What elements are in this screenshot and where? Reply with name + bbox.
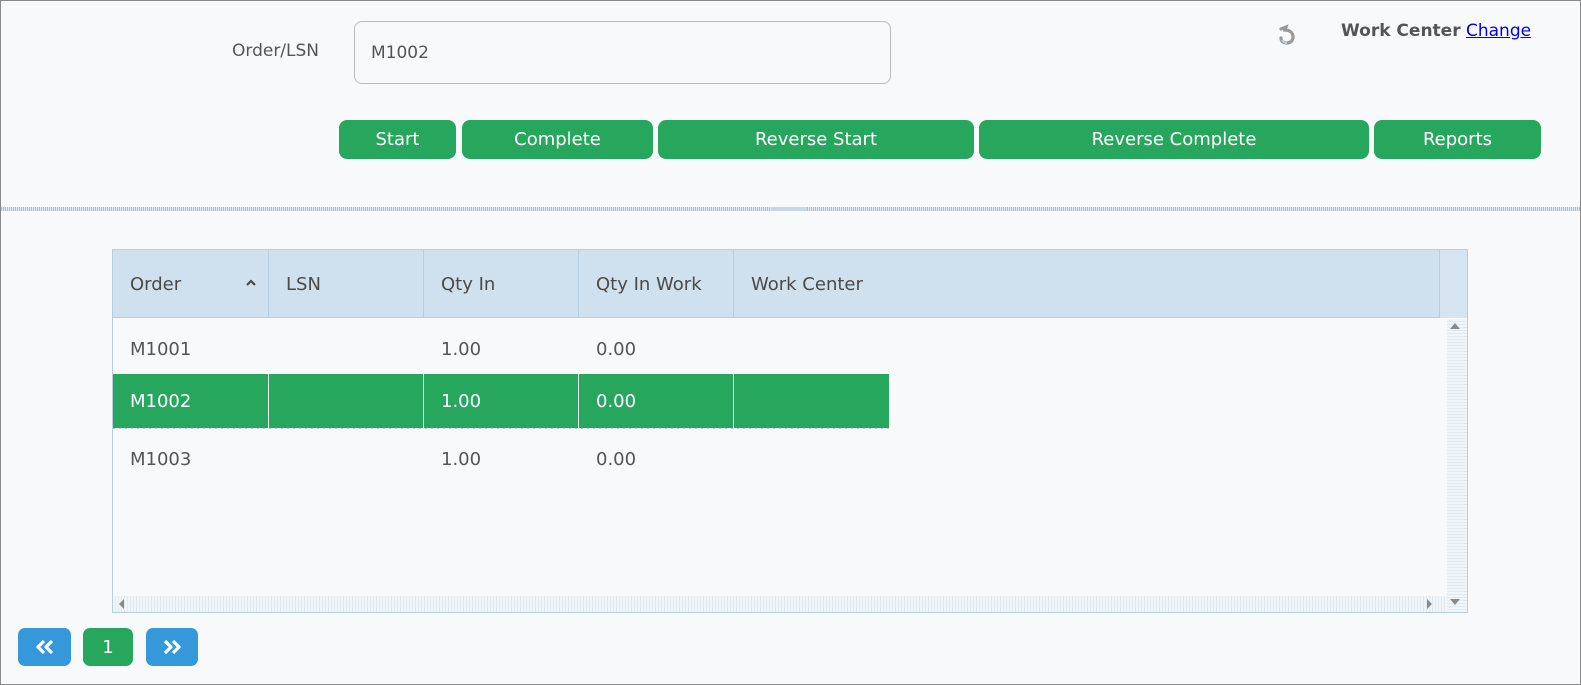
- cell-qty-in-work: 0.00: [579, 374, 734, 428]
- cell-lsn: [269, 432, 424, 486]
- cell-qty-in-work: 0.00: [596, 338, 637, 360]
- reports-button[interactable]: Reports: [1374, 120, 1541, 159]
- work-center-display: Work Center Change: [1341, 21, 1531, 41]
- cell-qty-in: 1.00: [441, 338, 482, 360]
- grid-header: Order LSN Qty In Qty In Work Work Center: [113, 250, 1467, 318]
- splitter-grip[interactable]: [771, 207, 807, 211]
- refresh-icon[interactable]: [1277, 24, 1297, 46]
- next-page-button[interactable]: [146, 628, 198, 666]
- horizontal-scrollbar[interactable]: [113, 596, 1447, 612]
- order-entry-panel: Order/LSN Work Center Change Start Compl…: [1, 1, 1580, 208]
- cell-work-center: [734, 322, 889, 376]
- cell-lsn: [269, 322, 424, 376]
- cell-qty-in: 1.00: [424, 374, 579, 428]
- column-header-label: Order: [130, 273, 182, 295]
- orders-grid: Order LSN Qty In Qty In Work Work Center…: [112, 249, 1468, 613]
- change-work-center-link[interactable]: Change: [1466, 21, 1531, 41]
- table-row[interactable]: M1001 1.00 0.00: [113, 322, 889, 376]
- column-header-work-center[interactable]: Work Center: [734, 250, 1439, 318]
- reverse-complete-button[interactable]: Reverse Complete: [979, 120, 1369, 159]
- table-row-selected[interactable]: M1002 1.00 0.00: [113, 374, 889, 428]
- cell-order: M1002: [113, 374, 269, 428]
- order-lsn-label: Order/LSN: [232, 41, 320, 61]
- table-row[interactable]: M1003 1.00 0.00: [113, 432, 889, 486]
- double-chevron-right-icon: [163, 639, 181, 655]
- column-header-label: LSN: [286, 273, 321, 295]
- row-divider: [113, 428, 889, 429]
- double-chevron-left-icon: [35, 639, 53, 655]
- reverse-start-button[interactable]: Reverse Start: [658, 120, 974, 159]
- cell-order: M1003: [130, 448, 192, 470]
- order-lsn-input[interactable]: [354, 21, 891, 84]
- cell-work-center: [734, 374, 889, 428]
- column-header-label: Work Center: [751, 273, 863, 295]
- cell-lsn: [269, 374, 424, 428]
- previous-page-button[interactable]: [18, 628, 71, 666]
- column-header-label: Qty In Work: [596, 273, 702, 295]
- sort-ascending-icon: [246, 279, 256, 286]
- column-header-order[interactable]: Order: [113, 250, 269, 318]
- cell-order: M1001: [130, 338, 192, 360]
- cell-work-center: [734, 432, 889, 486]
- cell-qty-in-work: 0.00: [596, 448, 637, 470]
- scroll-up-arrow-icon[interactable]: [1450, 323, 1460, 329]
- header-scroll-spacer: [1439, 250, 1467, 318]
- column-header-qty-in[interactable]: Qty In: [424, 250, 579, 318]
- scroll-left-arrow-icon[interactable]: [119, 599, 124, 609]
- column-header-lsn[interactable]: LSN: [269, 250, 424, 318]
- column-header-qty-in-work[interactable]: Qty In Work: [579, 250, 734, 318]
- cell-qty-in: 1.00: [441, 448, 482, 470]
- grid-body: M1001 1.00 0.00 M1002 1.00 0.00 M1003 1.…: [113, 319, 1445, 597]
- column-header-label: Qty In: [441, 273, 496, 295]
- complete-button[interactable]: Complete: [462, 120, 653, 159]
- work-center-label: Work Center: [1341, 21, 1461, 41]
- vertical-scrollbar[interactable]: [1447, 319, 1467, 612]
- page-number-button[interactable]: 1: [83, 628, 133, 666]
- start-button[interactable]: Start: [339, 120, 456, 159]
- scroll-down-arrow-icon[interactable]: [1450, 599, 1460, 605]
- scroll-right-arrow-icon[interactable]: [1427, 599, 1432, 609]
